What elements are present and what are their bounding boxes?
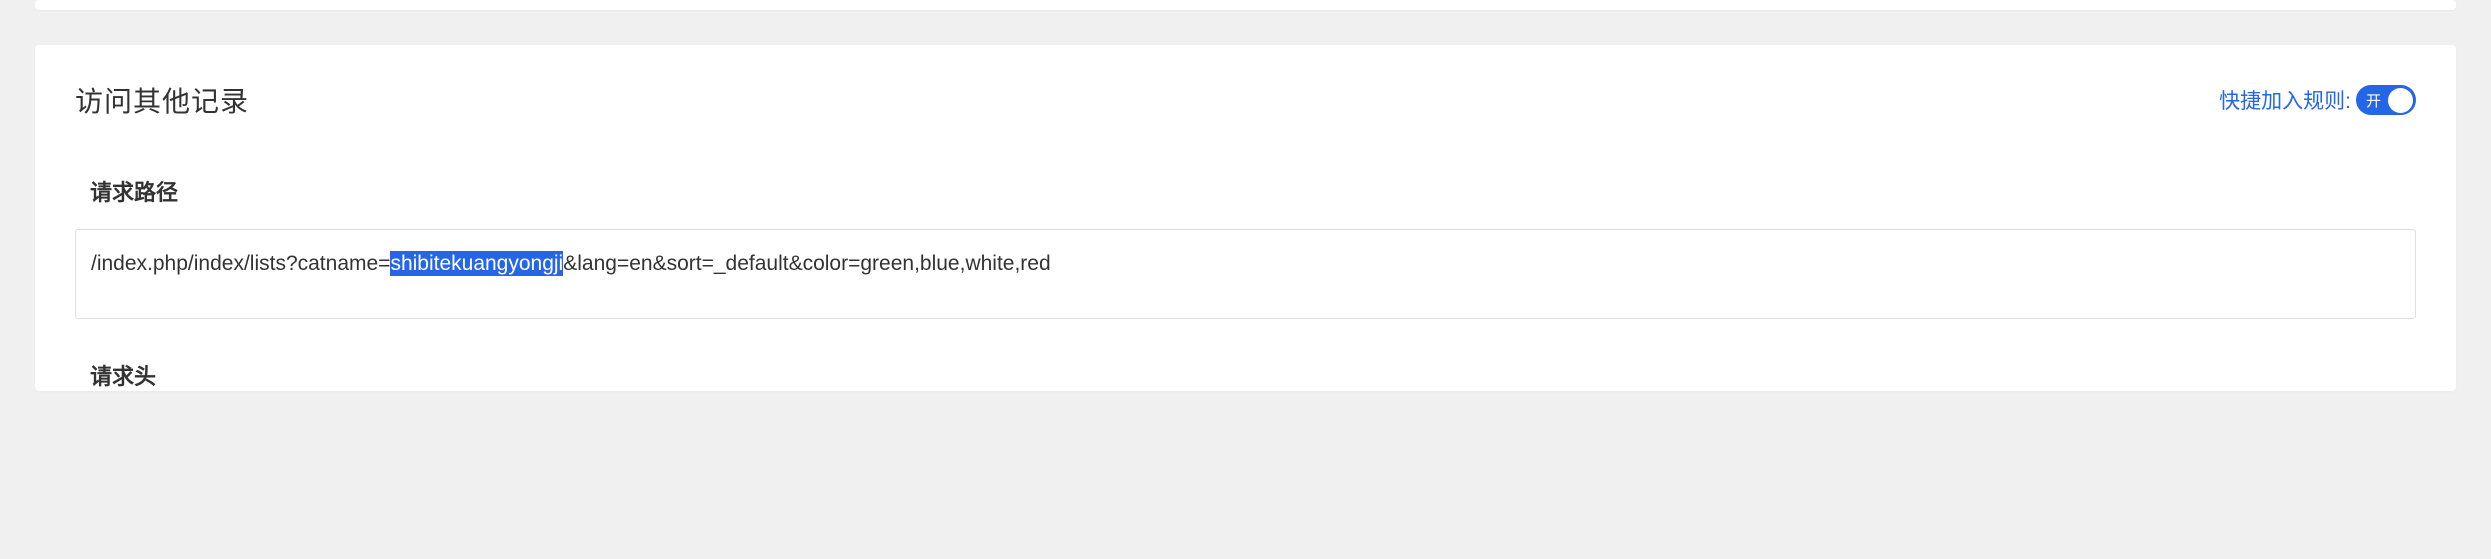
toggle-state-text: 开	[2366, 90, 2381, 111]
records-card: 访问其他记录 快捷加入规则: 开 请求路径 /index.php/index/l…	[35, 45, 2456, 391]
quick-add-rule-label: 快捷加入规则:	[2219, 85, 2351, 115]
toggle-knob	[2388, 88, 2413, 113]
card-title: 访问其他记录	[75, 80, 249, 120]
card-header: 访问其他记录 快捷加入规则: 开	[75, 80, 2416, 120]
toggle-section: 快捷加入规则: 开	[2219, 85, 2416, 115]
request-path-value-box[interactable]: /index.php/index/lists?catname=shibiteku…	[75, 229, 2416, 319]
top-card-fragment	[35, 0, 2456, 10]
request-header-label: 请求头	[90, 359, 2416, 391]
request-header-section: 请求头	[90, 359, 2416, 391]
path-prefix: /index.php/index/lists?catname=	[91, 252, 390, 275]
request-path-section: 请求路径	[90, 175, 2416, 207]
path-suffix: &lang=en&sort=_default&color=green,blue,…	[563, 252, 1050, 275]
path-highlighted-segment: shibitekuangyongji	[390, 251, 563, 276]
quick-add-rule-toggle[interactable]: 开	[2356, 85, 2416, 115]
request-path-label: 请求路径	[90, 175, 2416, 207]
